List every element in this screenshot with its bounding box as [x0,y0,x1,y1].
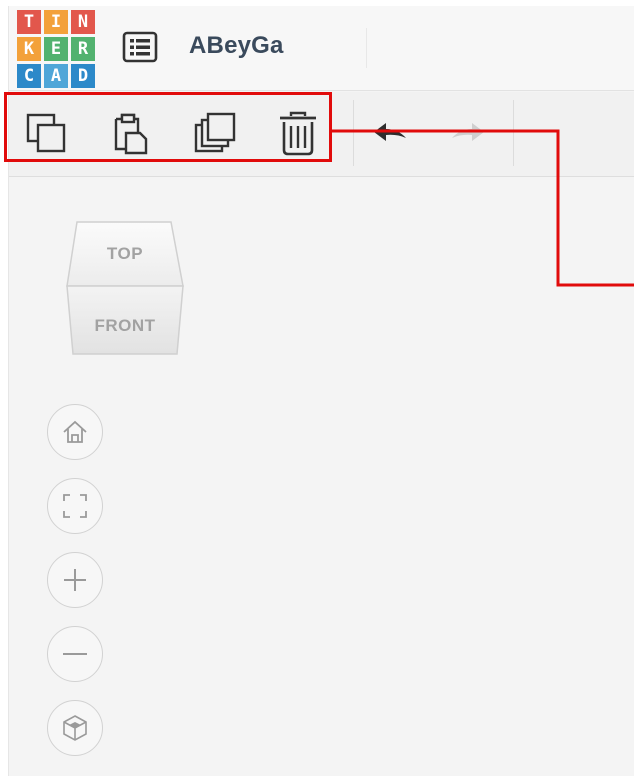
logo-letter: K [17,37,41,61]
app-header: T I N K E R C A D ABeyGa [9,6,634,91]
view-cube-front-label: FRONT [94,316,156,335]
logo-letter: R [71,37,95,61]
fit-all-icon [63,494,87,518]
logo-letter: C [17,64,41,88]
view-cube-shape [66,221,184,355]
paste-icon [114,113,148,155]
logo-letter: N [71,10,95,34]
redo-button[interactable] [445,110,491,156]
toolbar-divider [513,100,514,166]
duplicate-button[interactable] [193,110,239,156]
undo-button[interactable] [367,110,413,156]
cube-perspective-icon [63,715,87,741]
minus-icon [63,653,87,655]
edit-toolbar [9,92,634,177]
plus-icon [64,569,86,591]
logo-letter: D [71,64,95,88]
list-icon [122,31,158,63]
design-title[interactable]: ABeyGa [189,32,284,60]
logo-letter: I [44,10,68,34]
fit-view-button[interactable] [47,478,103,534]
logo-letter: A [44,64,68,88]
duplicate-icon [194,112,236,153]
logo-letter: E [44,37,68,61]
trash-icon [280,111,316,156]
view-cube[interactable]: TOP FRONT [65,220,185,360]
delete-button[interactable] [275,110,321,156]
logo-letter: T [17,10,41,34]
toolbar-divider [353,100,354,166]
copy-icon [26,113,66,153]
zoom-in-button[interactable] [47,552,103,608]
redo-icon [452,123,484,141]
copy-button[interactable] [23,110,69,156]
home-icon [63,420,87,443]
zoom-out-button[interactable] [47,626,103,682]
tinkercad-logo[interactable]: T I N K E R C A D [17,10,95,88]
paste-button[interactable] [107,110,153,156]
home-view-button[interactable] [47,404,103,460]
view-cube-top-label: TOP [106,244,144,263]
workspace-window: T I N K E R C A D ABeyGa TOP FRONT [8,6,634,776]
perspective-button[interactable] [47,700,103,756]
undo-icon [374,123,406,141]
design-menu-button[interactable] [121,30,159,64]
header-divider [366,28,367,68]
